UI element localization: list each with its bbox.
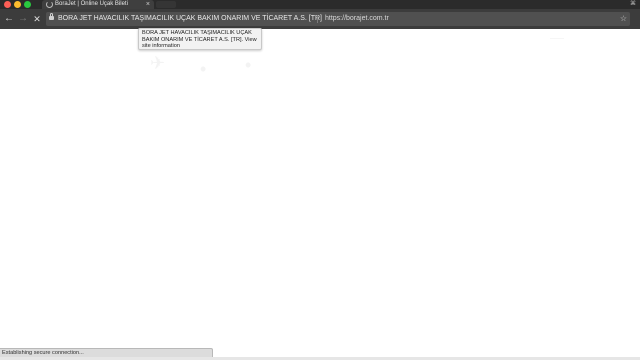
ev-certificate-name[interactable]: BORA JET HAVACILIK TAŞIMACILIK UÇAK BAKI… bbox=[58, 12, 322, 26]
faint-page-glyph: — bbox=[550, 29, 564, 45]
status-bar: Establishing secure connection... bbox=[0, 348, 213, 357]
new-tab-button[interactable] bbox=[156, 1, 176, 8]
site-info-tooltip: BORA JET HAVACILIK TAŞIMACILIK UÇAK BAKI… bbox=[138, 28, 262, 50]
faint-page-glyph: ✈ bbox=[150, 53, 166, 73]
zoom-window-button[interactable] bbox=[24, 1, 31, 8]
back-button[interactable]: ← bbox=[2, 9, 16, 29]
faint-page-glyph: • bbox=[200, 59, 207, 79]
window-menu-icon[interactable]: ⌘ bbox=[630, 0, 636, 9]
address-bar[interactable]: BORA JET HAVACILIK TAŞIMACILIK UÇAK BAKI… bbox=[46, 12, 630, 26]
faint-page-glyph: • bbox=[245, 55, 252, 75]
bookmark-star-icon[interactable]: ☆ bbox=[620, 12, 627, 26]
close-window-button[interactable] bbox=[4, 1, 11, 8]
omnibox-divider bbox=[317, 15, 318, 23]
tab-borajet[interactable]: BoraJet | Online Uçak Bileti × bbox=[42, 0, 154, 9]
loading-spinner-icon bbox=[46, 1, 53, 8]
forward-button[interactable]: → bbox=[16, 9, 30, 29]
page-content: ✈ • • — bbox=[0, 29, 640, 360]
minimize-window-button[interactable] bbox=[14, 1, 21, 8]
tab-close-icon[interactable]: × bbox=[146, 0, 150, 9]
tab-strip: BoraJet | Online Uçak Bileti × ⌘ bbox=[0, 0, 640, 9]
url-text[interactable]: https://borajet.com.tr bbox=[325, 12, 389, 26]
stop-loading-button[interactable]: ✕ bbox=[30, 9, 44, 29]
browser-toolbar: ← → ✕ BORA JET HAVACILIK TAŞIMACILIK UÇA… bbox=[0, 9, 640, 29]
tab-title: BoraJet | Online Uçak Bileti bbox=[55, 1, 128, 7]
lock-icon[interactable] bbox=[49, 13, 54, 20]
